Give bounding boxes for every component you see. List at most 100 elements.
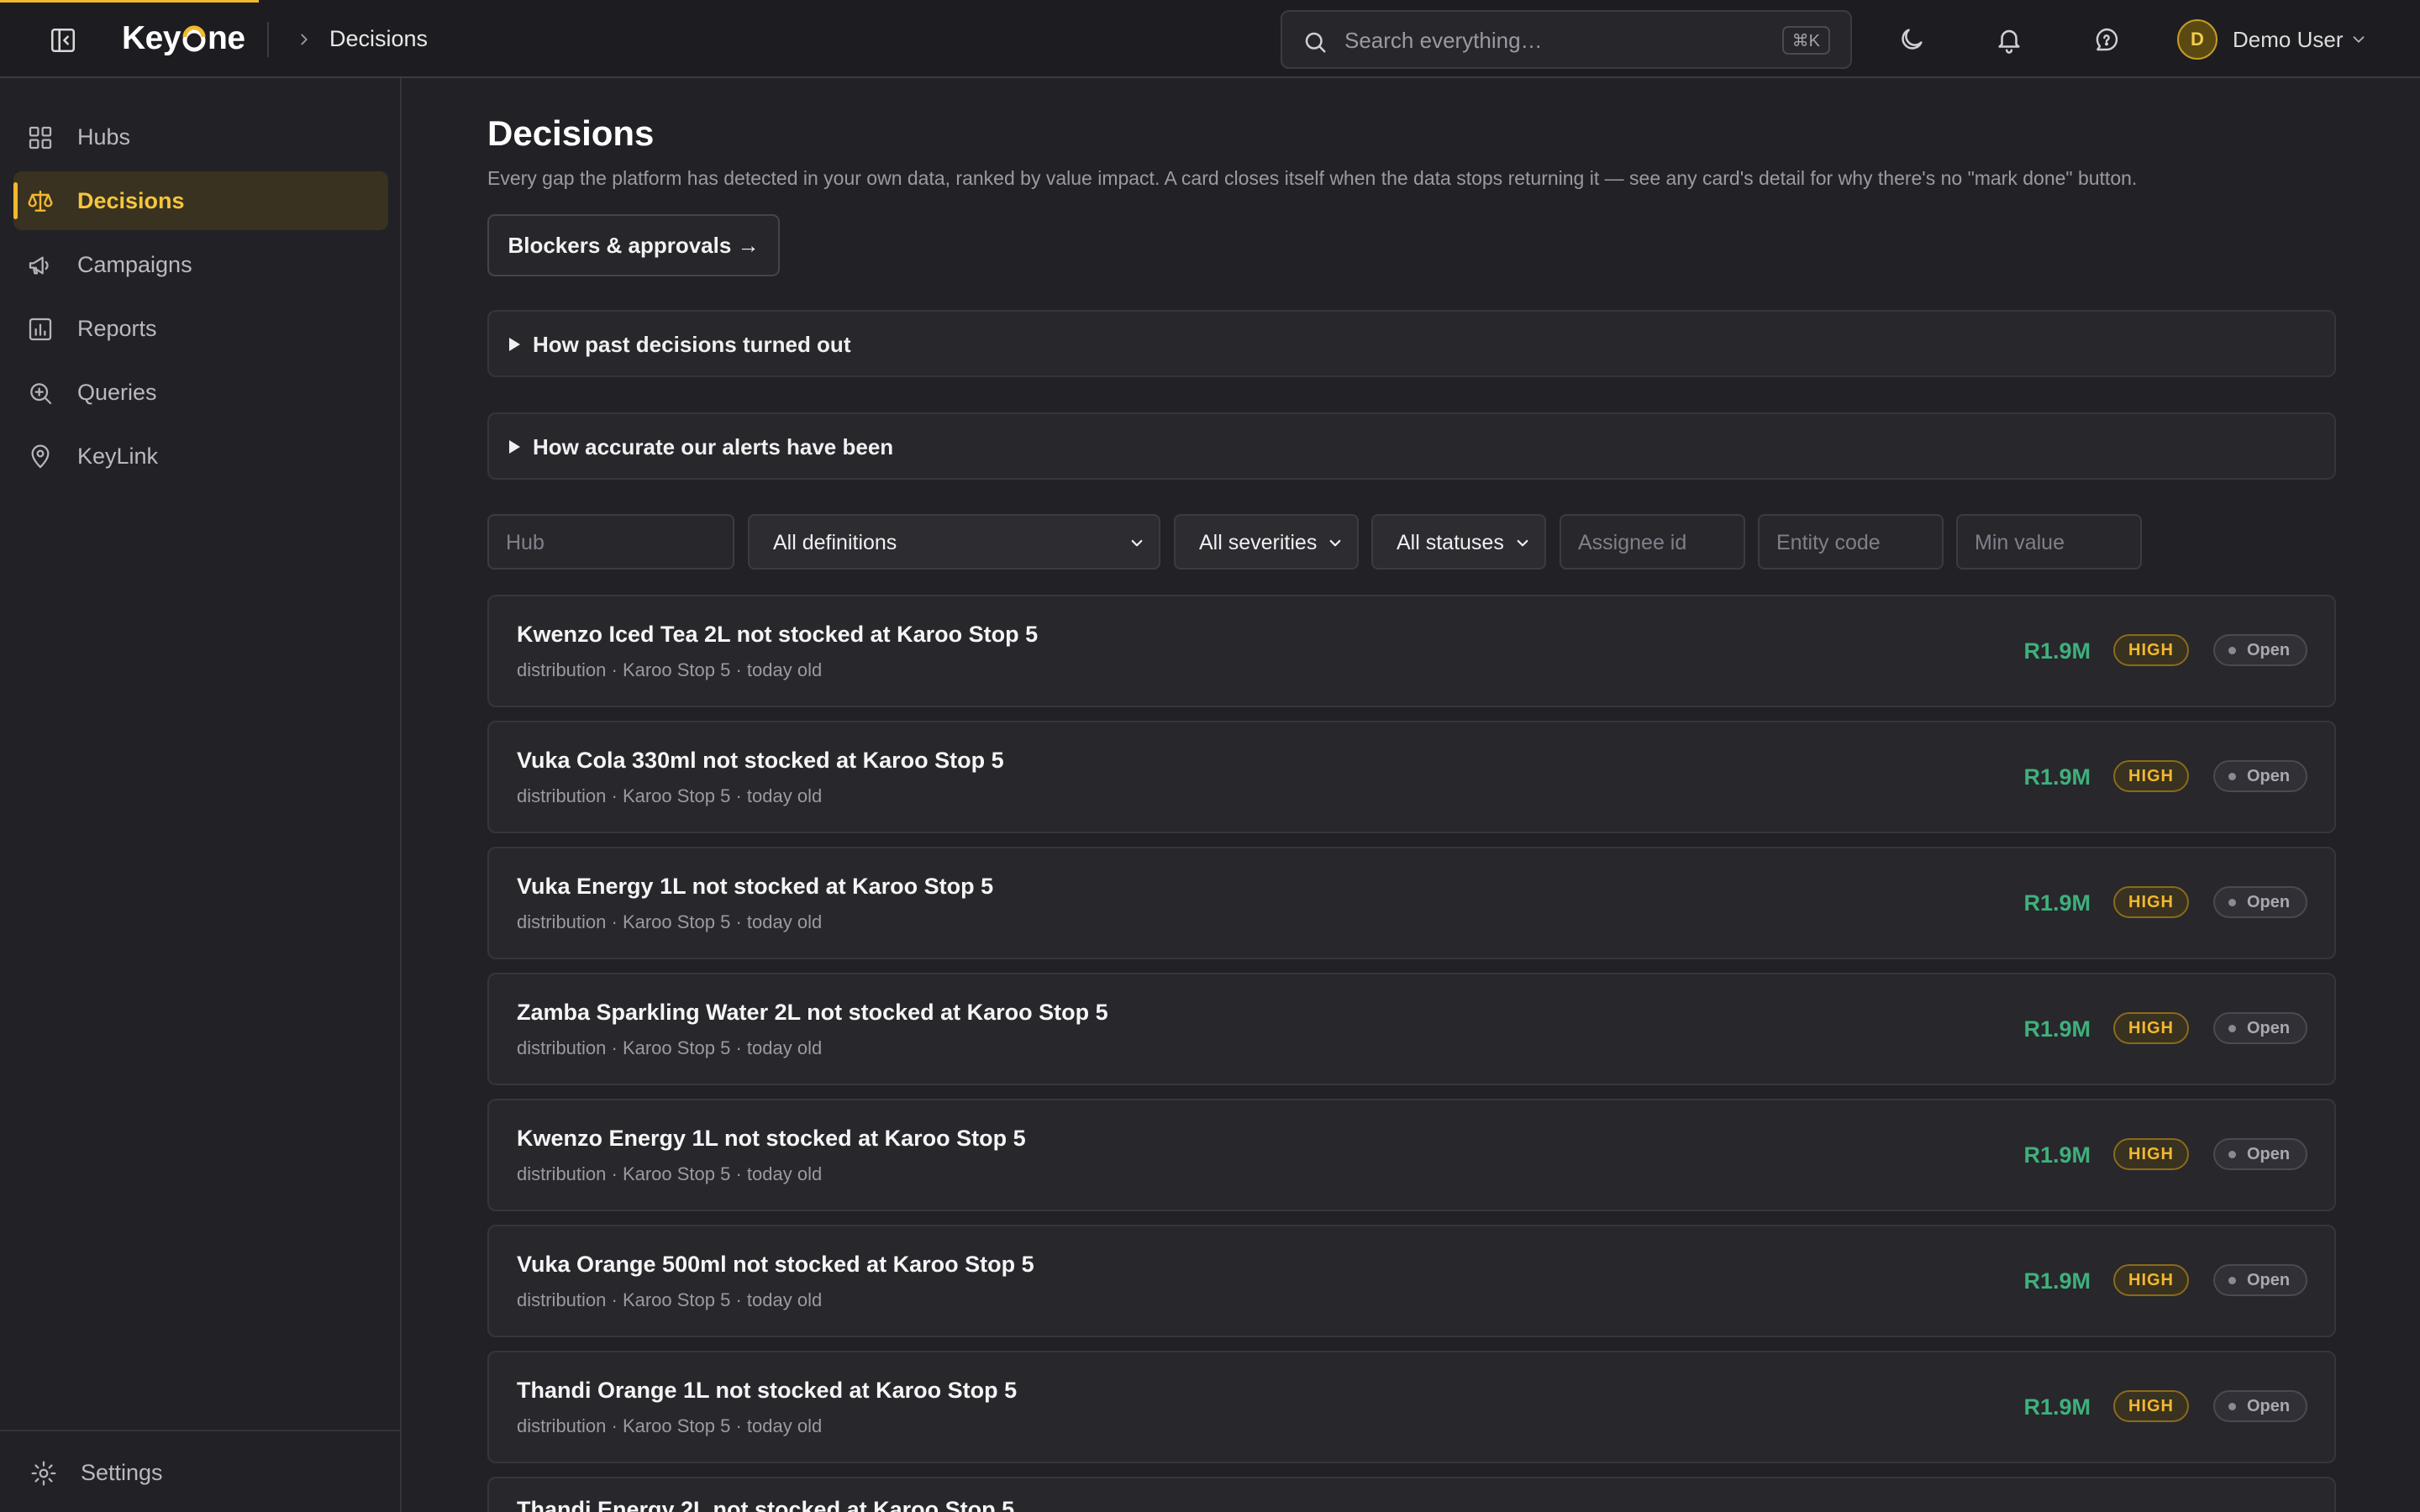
severity-badge: HIGH <box>2113 1390 2189 1422</box>
definitions-select-value: All definitions <box>773 531 897 554</box>
assignee-filter-placeholder: Assignee id <box>1578 531 1687 554</box>
sidebar-toggle-button[interactable] <box>46 24 80 57</box>
global-search-input[interactable]: Search everything… ⌘K <box>1281 10 1852 69</box>
status-dot-icon <box>2228 647 2236 654</box>
statuses-select-value: All statuses <box>1397 531 1504 554</box>
scale-icon <box>28 190 53 212</box>
decision-title: Kwenzo Iced Tea 2L not stocked at Karoo … <box>517 622 1039 647</box>
min-value-filter-input[interactable]: Min value <box>1956 514 2142 570</box>
decision-title: Zamba Sparkling Water 2L not stocked at … <box>517 1000 1108 1025</box>
severity-badge: HIGH <box>2113 886 2189 918</box>
user-menu-name[interactable]: Demo User <box>2233 27 2343 53</box>
avatar[interactable]: D <box>2177 19 2217 60</box>
severities-select[interactable]: All severities <box>1174 514 1359 570</box>
sidebar-item-settings[interactable]: Settings <box>13 1443 388 1502</box>
status-text: Open <box>2247 1397 2291 1415</box>
status-dot-icon <box>2228 1277 2236 1284</box>
disclosure-triangle-icon <box>509 338 520 351</box>
decision-card[interactable]: Thandi Energy 2L not stocked at Karoo St… <box>487 1477 2336 1512</box>
sidebar-item-reports[interactable]: Reports <box>13 299 388 358</box>
accordion-label: How accurate our alerts have been <box>533 434 894 459</box>
decision-meta: distribution · Karoo Stop 5 · today old <box>517 1037 823 1058</box>
grid-icon <box>29 126 52 150</box>
decision-meta: distribution · Karoo Stop 5 · today old <box>517 1163 823 1184</box>
decision-title: Vuka Cola 330ml not stocked at Karoo Sto… <box>517 748 1004 773</box>
sidebar-item-queries[interactable]: Queries <box>13 363 388 422</box>
status-dot-icon <box>2228 773 2236 780</box>
sidebar: Hubs Decisions Campaigns Reports Queries… <box>0 78 402 1512</box>
decision-title: Vuka Orange 500ml not stocked at Karoo S… <box>517 1252 1034 1277</box>
hub-filter-placeholder: Hub <box>506 531 544 554</box>
chevron-right-icon <box>301 34 308 45</box>
min-value-filter-placeholder: Min value <box>1975 531 2065 554</box>
decision-card[interactable]: Kwenzo Iced Tea 2L not stocked at Karoo … <box>487 595 2336 707</box>
app-logo[interactable]: Key ne <box>122 20 245 57</box>
decision-meta: distribution · Karoo Stop 5 · today old <box>517 1415 823 1436</box>
breadcrumb-current[interactable]: Decisions <box>329 26 428 52</box>
decision-value: R1.9M <box>2023 1268 2091 1294</box>
sidebar-item-label: Campaigns <box>77 251 192 277</box>
sidebar-item-hubs[interactable]: Hubs <box>13 108 388 166</box>
status-text: Open <box>2247 1145 2291 1163</box>
status-badge: Open <box>2213 1138 2307 1170</box>
decision-meta: distribution · Karoo Stop 5 · today old <box>517 785 823 806</box>
hub-filter-input[interactable]: Hub <box>487 514 734 570</box>
search-plus-icon <box>30 383 52 405</box>
status-dot-icon <box>2228 899 2236 906</box>
alert-accuracy-accordion[interactable]: How accurate our alerts have been <box>487 412 2336 480</box>
decision-meta: distribution · Karoo Stop 5 · today old <box>517 659 823 680</box>
logo-text-start: Key <box>122 20 182 56</box>
chevron-down-icon <box>1131 539 1143 547</box>
decision-card[interactable]: Vuka Energy 1L not stocked at Karoo Stop… <box>487 847 2336 959</box>
sidebar-item-keylink[interactable]: KeyLink <box>13 427 388 486</box>
definitions-select[interactable]: All definitions <box>748 514 1160 570</box>
status-badge: Open <box>2213 634 2307 666</box>
decision-card[interactable]: Vuka Orange 500ml not stocked at Karoo S… <box>487 1225 2336 1337</box>
decision-card[interactable]: Kwenzo Energy 1L not stocked at Karoo St… <box>487 1099 2336 1211</box>
severity-badge: HIGH <box>2113 760 2189 792</box>
decision-card[interactable]: Vuka Cola 330ml not stocked at Karoo Sto… <box>487 721 2336 833</box>
status-badge: Open <box>2213 760 2307 792</box>
status-text: Open <box>2247 1271 2291 1289</box>
logo-text-end: ne <box>208 20 245 56</box>
gear-icon <box>31 1461 56 1486</box>
page-title: Decisions <box>487 113 655 153</box>
entity-code-filter-input[interactable]: Entity code <box>1758 514 1944 570</box>
decision-value: R1.9M <box>2023 890 2091 916</box>
decision-value: R1.9M <box>2023 1016 2091 1042</box>
sidebar-item-label: KeyLink <box>77 443 159 469</box>
bar-chart-icon <box>29 318 52 341</box>
bell-icon <box>1998 29 2020 54</box>
assignee-filter-input[interactable]: Assignee id <box>1560 514 1745 570</box>
sidebar-item-label: Queries <box>77 379 157 405</box>
megaphone-icon <box>29 256 49 275</box>
decision-value: R1.9M <box>2023 764 2091 790</box>
severity-badge: HIGH <box>2113 1264 2189 1296</box>
sidebar-item-decisions[interactable]: Decisions <box>13 171 388 230</box>
status-badge: Open <box>2213 886 2307 918</box>
decision-meta: distribution · Karoo Stop 5 · today old <box>517 911 823 932</box>
chevron-down-icon <box>1329 539 1341 547</box>
severity-badge: HIGH <box>2113 1138 2189 1170</box>
search-shortcut-badge: ⌘K <box>1781 26 1830 55</box>
decision-card[interactable]: Thandi Orange 1L not stocked at Karoo St… <box>487 1351 2336 1463</box>
entity-code-filter-placeholder: Entity code <box>1776 531 1881 554</box>
status-badge: Open <box>2213 1264 2307 1296</box>
notifications-button[interactable] <box>1992 23 2026 56</box>
decision-title: Kwenzo Energy 1L not stocked at Karoo St… <box>517 1126 1026 1151</box>
decision-card[interactable]: Zamba Sparkling Water 2L not stocked at … <box>487 973 2336 1085</box>
assistant-chat-button[interactable] <box>2090 23 2123 56</box>
sidebar-item-campaigns[interactable]: Campaigns <box>13 235 388 294</box>
past-decisions-accordion[interactable]: How past decisions turned out <box>487 310 2336 377</box>
blockers-approvals-button[interactable]: Blockers & approvals → <box>487 214 780 276</box>
severity-badge: HIGH <box>2113 1012 2189 1044</box>
status-badge: Open <box>2213 1012 2307 1044</box>
search-placeholder: Search everything… <box>1344 28 1543 53</box>
statuses-select[interactable]: All statuses <box>1371 514 1546 570</box>
loading-indicator <box>0 0 259 3</box>
sidebar-item-label: Reports <box>77 315 157 341</box>
theme-toggle-button[interactable] <box>1895 23 1928 56</box>
decision-title: Vuka Energy 1L not stocked at Karoo Stop… <box>517 874 994 899</box>
chevron-down-icon[interactable] <box>2349 30 2368 49</box>
disclosure-triangle-icon <box>509 440 520 454</box>
